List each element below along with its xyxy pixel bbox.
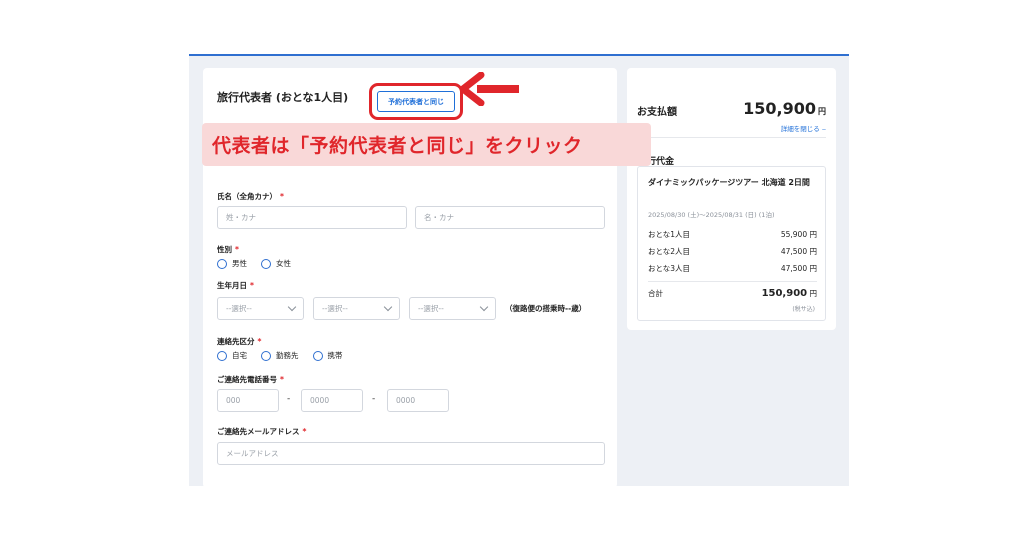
chevron-down-icon: [383, 302, 393, 312]
highlight-ring: [369, 83, 463, 120]
birth-label-text: 生年月日: [217, 281, 247, 290]
birth-year-select[interactable]: --選択--: [217, 297, 304, 320]
gender-label-text: 性別: [217, 245, 232, 254]
contact-type-radio-group: 自宅 勤務先 携帯: [217, 350, 343, 361]
gender-label: 性別 *: [217, 244, 239, 255]
phone-area-input[interactable]: 000: [217, 389, 279, 412]
gender-option-male[interactable]: 男性: [217, 258, 247, 269]
email-label: ご連絡先メールアドレス *: [217, 426, 306, 437]
radio-circle-icon: [261, 258, 271, 269]
required-mark: *: [280, 375, 284, 384]
phone-separator: -: [372, 394, 376, 404]
total-divider: [648, 281, 817, 282]
last-name-input[interactable]: 姓・カナ: [217, 206, 407, 229]
payment-title: お支払額: [637, 107, 677, 118]
required-mark: *: [250, 281, 254, 290]
price-row-value: 47,500 円: [780, 247, 817, 256]
radio-circle-icon: [261, 350, 271, 361]
price-row: おとな2人目 47,500 円: [648, 246, 817, 257]
required-mark: *: [235, 245, 239, 254]
contact-option-mobile[interactable]: 携帯: [312, 350, 343, 361]
select-placeholder: --選択--: [226, 304, 252, 313]
phone-middle-input[interactable]: 0000: [301, 389, 363, 412]
phone-separator: -: [287, 394, 291, 404]
tour-detail-box: ダイナミックパッケージツアー 北海道 2日間 2025/08/30 (土)～20…: [637, 166, 826, 321]
radio-circle-icon: [217, 350, 227, 361]
chevron-down-icon: [287, 302, 297, 312]
price-row-label: おとな1人目: [648, 230, 691, 239]
chevron-down-icon: [479, 302, 489, 312]
phone-label-text: ご連絡先電話番号: [217, 375, 277, 384]
contact-option-label: 携帯: [327, 351, 343, 360]
required-mark: *: [257, 337, 262, 346]
payment-amount-value: 150,900: [743, 99, 816, 118]
tour-dates: 2025/08/30 (土)～2025/08/31 (日) (1泊): [648, 211, 775, 219]
contact-type-label: 連絡先区分 *: [217, 336, 261, 347]
price-row-value: 55,900 円: [780, 230, 817, 239]
total-amount: 150,900 円: [762, 288, 817, 299]
email-input[interactable]: メールアドレス: [217, 442, 605, 465]
first-name-input[interactable]: 名・カナ: [415, 206, 605, 229]
required-mark: *: [280, 192, 284, 201]
price-row-label: おとな3人目: [648, 264, 691, 273]
close-details-link[interactable]: 詳細を閉じる ‒: [781, 123, 826, 133]
payment-currency: 円: [818, 107, 826, 116]
select-placeholder: --選択--: [418, 304, 444, 313]
tax-note: (税サ込): [792, 306, 815, 313]
gender-option-female[interactable]: 女性: [261, 258, 291, 269]
price-row-value: 47,500 円: [780, 264, 817, 273]
contact-type-label-text: 連絡先区分: [217, 337, 255, 346]
booking-app: 旅行代表者 (おとな1人目) 予約代表者と同じ 氏名（全角カナ） * 姓・カナ 名…: [189, 54, 849, 486]
birth-month-select[interactable]: --選択--: [313, 297, 400, 320]
birth-label: 生年月日 *: [217, 280, 254, 291]
price-row: おとな3人目 47,500 円: [648, 263, 817, 274]
price-row: おとな1人目 55,900 円: [648, 229, 817, 240]
contact-option-label: 勤務先: [276, 351, 299, 360]
gender-option-label: 女性: [276, 259, 291, 268]
age-note: （復路便の搭乗時--歳）: [505, 304, 587, 313]
radio-circle-icon: [217, 258, 227, 269]
total-value: 150,900: [761, 288, 808, 299]
pointer-arrow-icon: [459, 72, 519, 106]
phone-label: ご連絡先電話番号 *: [217, 374, 284, 385]
instruction-callout: 代表者は「予約代表者と同じ」をクリック: [202, 123, 651, 166]
select-placeholder: --選択--: [322, 304, 348, 313]
gender-option-label: 男性: [232, 259, 247, 268]
birth-day-select[interactable]: --選択--: [409, 297, 496, 320]
tour-name: ダイナミックパッケージツアー 北海道 2日間: [648, 178, 810, 187]
payment-amount: 150,900 円: [743, 99, 826, 118]
total-currency: 円: [809, 289, 818, 298]
contact-option-home[interactable]: 自宅: [217, 350, 247, 361]
payment-summary-card: お支払額 150,900 円 詳細を閉じる ‒ 行代金 ダイナミックパッケージツア…: [627, 68, 836, 330]
section-title: 旅行代表者 (おとな1人目): [217, 91, 349, 104]
required-mark: *: [302, 427, 307, 436]
total-row: 合計 150,900 円: [648, 288, 817, 299]
contact-option-label: 自宅: [232, 351, 247, 360]
contact-option-work[interactable]: 勤務先: [261, 350, 299, 361]
phone-last-input[interactable]: 0000: [387, 389, 449, 412]
price-row-label: おとな2人目: [648, 247, 691, 256]
summary-divider: [637, 137, 826, 138]
radio-circle-icon: [312, 350, 323, 361]
name-label: 氏名（全角カナ） *: [217, 191, 284, 202]
total-label: 合計: [648, 289, 663, 298]
name-label-text: 氏名（全角カナ）: [217, 192, 277, 201]
email-label-text: ご連絡先メールアドレス: [217, 427, 300, 436]
gender-radio-group: 男性 女性: [217, 258, 291, 269]
